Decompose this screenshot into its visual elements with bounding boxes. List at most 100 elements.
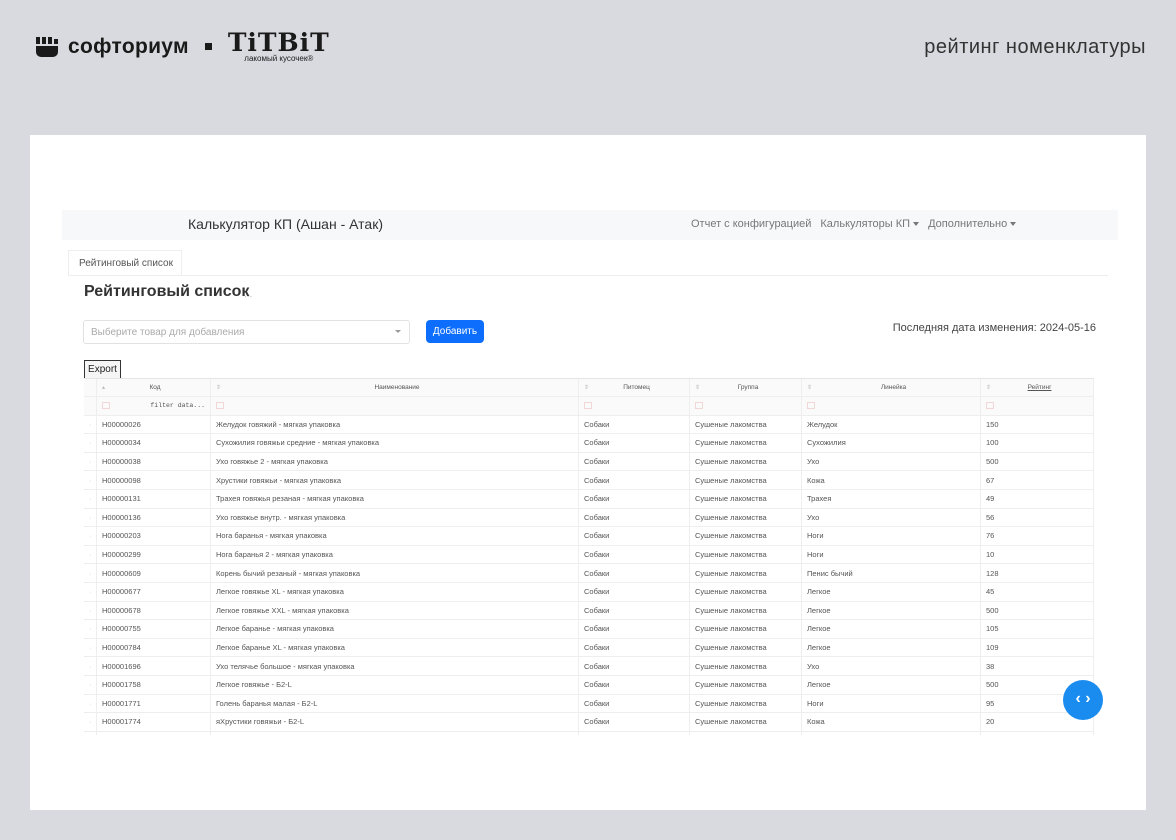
cell-line: Трахея xyxy=(802,489,981,508)
cell-rating: 100 xyxy=(981,434,1094,452)
cell-pet: Собаки xyxy=(579,452,690,471)
table-row[interactable]: · Н00000677 Легкое говяжье XL - мягкая упа… xyxy=(84,582,1094,602)
header-code[interactable]: ▴ Код xyxy=(97,379,211,396)
cell-name: Трахея говяжья резаная - мягкая упаковка xyxy=(211,489,579,508)
table-row[interactable]: · Н00000098 Хрустики говяжьи - мягкая упак… xyxy=(84,471,1094,490)
table-row[interactable]: · Н00001774 яХрустики говяжьи - Б2-L Собаки… xyxy=(84,713,1094,732)
navbar-title[interactable]: Калькулятор КП (Ашан - Атак) xyxy=(188,216,383,232)
add-button[interactable]: Добавить xyxy=(426,320,484,343)
row-expander-icon[interactable]: · xyxy=(84,675,97,694)
cell-rating: 500 xyxy=(981,601,1094,620)
nav-link-label: Дополнительно xyxy=(928,218,1008,230)
cell-rating: 10 xyxy=(981,545,1094,564)
cell-pet: Собаки xyxy=(579,545,690,564)
cell-line: Кожа xyxy=(802,713,981,731)
table-row[interactable]: · Н00000136 Ухо говяжье внутр. - мягкая уп… xyxy=(84,508,1094,528)
cell-name: Ухо телячье большое - мягкая упаковка xyxy=(211,657,579,675)
heading-extra: ... xyxy=(244,289,253,300)
cell-name: Легкое баранье - мягкая упаковка xyxy=(211,620,579,638)
nav-link-report[interactable]: Отчет с конфигурацией xyxy=(691,218,811,230)
row-expander-icon[interactable]: · xyxy=(84,415,97,434)
header-rating[interactable]: ⇕ Рейтинг xyxy=(981,379,1094,396)
filter-group[interactable] xyxy=(690,397,802,415)
cell-line: Ноги xyxy=(802,545,981,564)
cell-rating: 109 xyxy=(981,638,1094,657)
filter-code[interactable]: filter data... xyxy=(97,397,211,415)
cell-group: Сушеные лакомства xyxy=(690,601,802,620)
table-row[interactable]: · Н00001696 Ухо телячье большое - мягкая у… xyxy=(84,657,1094,676)
row-expander-icon[interactable]: · xyxy=(84,638,97,657)
nav-link-more[interactable]: Дополнительно xyxy=(928,218,1017,230)
cell-line: Ухо xyxy=(802,657,981,675)
cell-group: Сушеные лакомства xyxy=(690,582,802,601)
table-row[interactable]: · Н00001758 Легкое говяжье - Б2-L Собаки Суш… xyxy=(84,675,1094,695)
product-select[interactable]: Выберите товар для добавления xyxy=(83,320,410,344)
header-label: Рейтинг xyxy=(1027,384,1052,391)
table-row[interactable]: · Н00000755 Легкое баранье - мягкая упаков… xyxy=(84,620,1094,639)
cell-name: Нога баранья - мягкая упаковка xyxy=(211,527,579,545)
header-name[interactable]: ⇕ Наименование xyxy=(211,379,579,396)
nav-link-calculators[interactable]: Калькуляторы КП xyxy=(820,218,920,230)
table-row[interactable]: · Н00000131 Трахея говяжья резаная - мягка… xyxy=(84,489,1094,509)
table-row[interactable]: · Н00000678 Легкое говяжье XXL - мягкая уп… xyxy=(84,601,1094,621)
header-group[interactable]: ⇕ Группа xyxy=(690,379,802,396)
table-row[interactable]: · Н00000026 Желудок говяжий - мягкая упако… xyxy=(84,415,1094,435)
table-row[interactable]: · Н00000034 Сухожилия говяжьи средние - мя… xyxy=(84,434,1094,453)
table-row[interactable]: · Н00000609 Корень бычий резаный - мягкая … xyxy=(84,564,1094,583)
header-pet[interactable]: ⇕ Питомец xyxy=(579,379,690,396)
header-line[interactable]: ⇕ Линейка xyxy=(802,379,981,396)
code-toggle-button[interactable]: ‹ › xyxy=(1063,680,1103,720)
cell-rating: 128 xyxy=(981,564,1094,582)
page-title: Рейтинговый список xyxy=(84,283,250,300)
filter-icon xyxy=(986,402,994,410)
cell-group: Сушеные лакомства xyxy=(690,527,802,545)
cell-line: Ухо xyxy=(802,508,981,527)
row-expander-icon[interactable]: · xyxy=(84,545,97,564)
cell-group: Сушеные лакомства xyxy=(690,415,802,434)
row-expander-icon[interactable]: · xyxy=(84,471,97,489)
filter-icon xyxy=(102,402,110,410)
partner-logo: TiTBiT лакомый кусочек® xyxy=(228,30,330,63)
cell-code: Н00001696 xyxy=(97,657,211,675)
row-expander-icon[interactable]: · xyxy=(84,694,97,713)
row-expander-icon[interactable]: · xyxy=(84,713,97,731)
cell-group: Сушеные лакомства xyxy=(690,713,802,731)
row-expander-icon[interactable]: · xyxy=(84,601,97,620)
header-expander xyxy=(84,379,97,396)
header-label: Питомец xyxy=(623,384,650,391)
table-row[interactable]: · Н00000299 Нога баранья 2 - мягкая упаков… xyxy=(84,545,1094,565)
cell-code: Н00000038 xyxy=(97,452,211,471)
cell-group: Сушеные лакомства xyxy=(690,471,802,489)
row-expander-icon[interactable]: · xyxy=(84,582,97,601)
filter-pet[interactable] xyxy=(579,397,690,415)
table-row[interactable]: · Н00001771 Голень баранья малая - Б2-L Соб… xyxy=(84,694,1094,714)
filter-rating[interactable] xyxy=(981,397,1094,415)
table-row[interactable]: · Н00000784 Легкое баранье XL - мягкая упа… xyxy=(84,638,1094,658)
row-expander-icon[interactable]: · xyxy=(84,620,97,638)
row-expander-icon[interactable]: · xyxy=(84,564,97,582)
header-label: Линейка xyxy=(880,384,907,391)
row-expander-icon[interactable]: · xyxy=(84,508,97,527)
cell-line: Легкое xyxy=(802,620,981,638)
filter-icon xyxy=(807,402,815,410)
cell-code: Н00000203 xyxy=(97,527,211,545)
row-expander-icon[interactable]: · xyxy=(84,434,97,452)
table-row-partial xyxy=(84,731,1094,735)
cell-pet: Собаки xyxy=(579,471,690,489)
row-expander-icon[interactable]: · xyxy=(84,527,97,545)
table-row[interactable]: · Н00000038 Ухо говяжье 2 - мягкая упаковк… xyxy=(84,452,1094,472)
row-expander-icon[interactable]: · xyxy=(84,489,97,508)
export-button[interactable]: Export xyxy=(84,360,121,379)
table-header: ▴ Код ⇕ Наименование ⇕ Питомец ⇕ Группа ⇕ Лин… xyxy=(84,378,1094,397)
filter-line[interactable] xyxy=(802,397,981,415)
row-expander-icon[interactable]: · xyxy=(84,452,97,471)
cell-name: Ухо говяжье внутр. - мягкая упаковка xyxy=(211,508,579,527)
filter-icon xyxy=(695,402,703,410)
cell-name: Сухожилия говяжьи средние - мягкая упако… xyxy=(211,434,579,452)
cell-line: Пенис бычий xyxy=(802,564,981,582)
tab-rating-list[interactable]: Рейтинговый список xyxy=(68,250,182,276)
row-expander-icon[interactable]: · xyxy=(84,657,97,675)
filter-name[interactable] xyxy=(211,397,579,415)
cell-group: Сушеные лакомства xyxy=(690,657,802,675)
table-row[interactable]: · Н00000203 Нога баранья - мягкая упаковка… xyxy=(84,527,1094,546)
